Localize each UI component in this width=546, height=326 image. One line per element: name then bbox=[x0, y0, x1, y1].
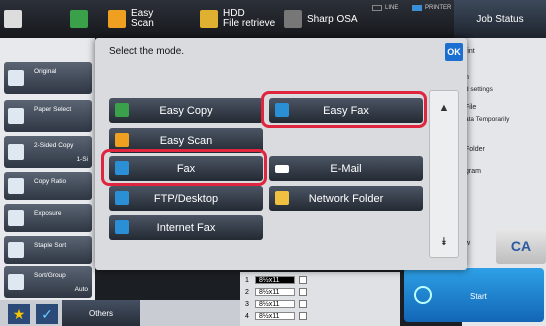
easy-fax-highlight bbox=[261, 91, 427, 128]
hdd-file-retrieve-tab[interactable]: HDD File retrieve bbox=[200, 0, 275, 38]
scroll-up-icon[interactable]: ▲ bbox=[430, 97, 458, 119]
printer-indicator: PRINTER bbox=[412, 5, 451, 11]
right-text-6: Folder bbox=[465, 146, 485, 153]
checkmark-icon[interactable]: ✓ bbox=[36, 304, 58, 324]
internet-fax-label: Internet Fax bbox=[156, 221, 216, 234]
easy-copy-button[interactable]: Easy Copy bbox=[109, 98, 263, 123]
duplex-icon bbox=[8, 144, 24, 160]
paper-select-button[interactable]: Paper Select bbox=[4, 100, 92, 132]
job-status-button[interactable]: Job Status bbox=[454, 0, 546, 38]
start-icon bbox=[414, 286, 432, 304]
two-sided-label: 2-Sided Copy bbox=[34, 142, 74, 149]
two-sided-copy-button[interactable]: 2-Sided Copy 1-Si bbox=[4, 136, 92, 168]
staple-icon bbox=[8, 242, 24, 258]
copy-ratio-label: Copy Ratio bbox=[34, 178, 67, 185]
network-folder-icon bbox=[275, 191, 289, 205]
sharp-osa-label: Sharp OSA bbox=[307, 13, 358, 25]
hdd-label: HDD File retrieve bbox=[223, 8, 276, 29]
others-button[interactable]: Others bbox=[62, 300, 140, 326]
scan-icon bbox=[108, 10, 126, 28]
copy-icon bbox=[4, 10, 22, 28]
line-label: LINE bbox=[385, 5, 399, 11]
tray-size: 8½x11 bbox=[255, 288, 295, 296]
ftp-desktop-label: FTP/Desktop bbox=[153, 192, 219, 205]
easy-copy-label: Easy Copy bbox=[159, 104, 213, 117]
original-icon bbox=[8, 70, 24, 86]
scroll-bar: ▲ ⯯ bbox=[429, 90, 459, 258]
sort-icon bbox=[8, 274, 24, 290]
sort-group-value: Auto bbox=[74, 286, 88, 293]
tray-3[interactable]: 3 8½x11 bbox=[245, 300, 307, 308]
mode-select-dialog: Select the mode. OK Easy Copy Easy Fax E… bbox=[95, 38, 467, 270]
sort-group-button[interactable]: Sort/Group Auto bbox=[4, 266, 92, 298]
tray-number: 1 bbox=[245, 276, 249, 284]
line-box bbox=[372, 5, 382, 11]
easy-scan-tab[interactable]: Easy Scan bbox=[108, 0, 154, 38]
network-folder-label: Network Folder bbox=[308, 192, 384, 205]
internet-fax-button[interactable]: Internet Fax bbox=[109, 215, 263, 240]
printer-label: PRINTER bbox=[425, 5, 452, 11]
tray-paper-icon bbox=[299, 312, 307, 320]
easy-scan-icon bbox=[115, 133, 129, 147]
original-button[interactable]: Original bbox=[4, 62, 92, 94]
clear-all-button[interactable]: CA bbox=[496, 228, 546, 264]
tray-paper-icon bbox=[299, 276, 307, 284]
printer-box bbox=[412, 5, 422, 11]
osa-icon bbox=[284, 10, 302, 28]
ratio-icon bbox=[8, 178, 24, 194]
easy-scan-mode-label: Easy Scan bbox=[159, 134, 213, 147]
start-button[interactable]: Start bbox=[404, 268, 544, 322]
paper-icon bbox=[8, 108, 24, 124]
folder-icon bbox=[200, 10, 218, 28]
paper-select-label: Paper Select bbox=[34, 106, 72, 113]
home-tab[interactable] bbox=[4, 0, 27, 38]
ftp-icon bbox=[115, 191, 129, 205]
easy-scan-label: Easy Scan bbox=[131, 8, 154, 29]
sort-group-label: Sort/Group bbox=[34, 272, 66, 279]
sharp-osa-tab[interactable]: Sharp OSA bbox=[284, 0, 358, 38]
scroll-down-icon[interactable]: ⯯ bbox=[430, 231, 458, 253]
tray-4[interactable]: 4 8½x11 bbox=[245, 312, 307, 320]
top-bar: Easy Scan HDD File retrieve Sharp OSA LI… bbox=[0, 0, 546, 38]
tray-2[interactable]: 2 8½x11 bbox=[245, 288, 307, 296]
original-label: Original bbox=[34, 68, 57, 75]
exposure-icon bbox=[8, 210, 24, 226]
email-label: E-Mail bbox=[330, 162, 362, 175]
green-mode-icon bbox=[70, 10, 88, 28]
tray-size: 8½x11 bbox=[255, 300, 295, 308]
fax-highlight bbox=[101, 149, 267, 186]
right-text-3: d settings bbox=[465, 86, 493, 93]
dialog-title: Select the mode. bbox=[109, 46, 185, 57]
start-label: Start bbox=[470, 292, 487, 301]
exposure-button[interactable]: Exposure bbox=[4, 204, 92, 232]
email-icon bbox=[275, 165, 289, 173]
copy-ratio-button[interactable]: Copy Ratio bbox=[4, 172, 92, 200]
right-text-7: gram bbox=[465, 168, 481, 175]
network-folder-button[interactable]: Network Folder bbox=[269, 186, 423, 211]
ok-button[interactable]: OK bbox=[445, 43, 463, 61]
tray-number: 2 bbox=[245, 288, 249, 296]
ftp-desktop-button[interactable]: FTP/Desktop bbox=[109, 186, 263, 211]
right-text-5: ata Temporarily bbox=[465, 116, 510, 123]
email-button[interactable]: E-Mail bbox=[269, 156, 423, 181]
tray-1[interactable]: 1 8½x11 bbox=[245, 276, 307, 284]
staple-sort-button[interactable]: Staple Sort bbox=[4, 236, 92, 264]
tray-size: 8½x11 bbox=[255, 312, 295, 320]
easy-copy-icon bbox=[115, 103, 129, 117]
tray-paper-icon bbox=[299, 288, 307, 296]
internet-fax-icon bbox=[115, 220, 129, 234]
staple-sort-label: Staple Sort bbox=[34, 242, 67, 249]
tray-number: 3 bbox=[245, 300, 249, 308]
exposure-label: Exposure bbox=[34, 210, 62, 217]
two-sided-value: 1-Si bbox=[76, 156, 88, 163]
favorite-star-icon[interactable]: ★ bbox=[8, 304, 30, 324]
tray-paper-icon bbox=[299, 300, 307, 308]
green-mode-tab[interactable] bbox=[70, 0, 93, 38]
line-indicator: LINE bbox=[372, 5, 398, 11]
tray-number: 4 bbox=[245, 312, 249, 320]
tray-size: 8½x11 bbox=[255, 276, 295, 284]
